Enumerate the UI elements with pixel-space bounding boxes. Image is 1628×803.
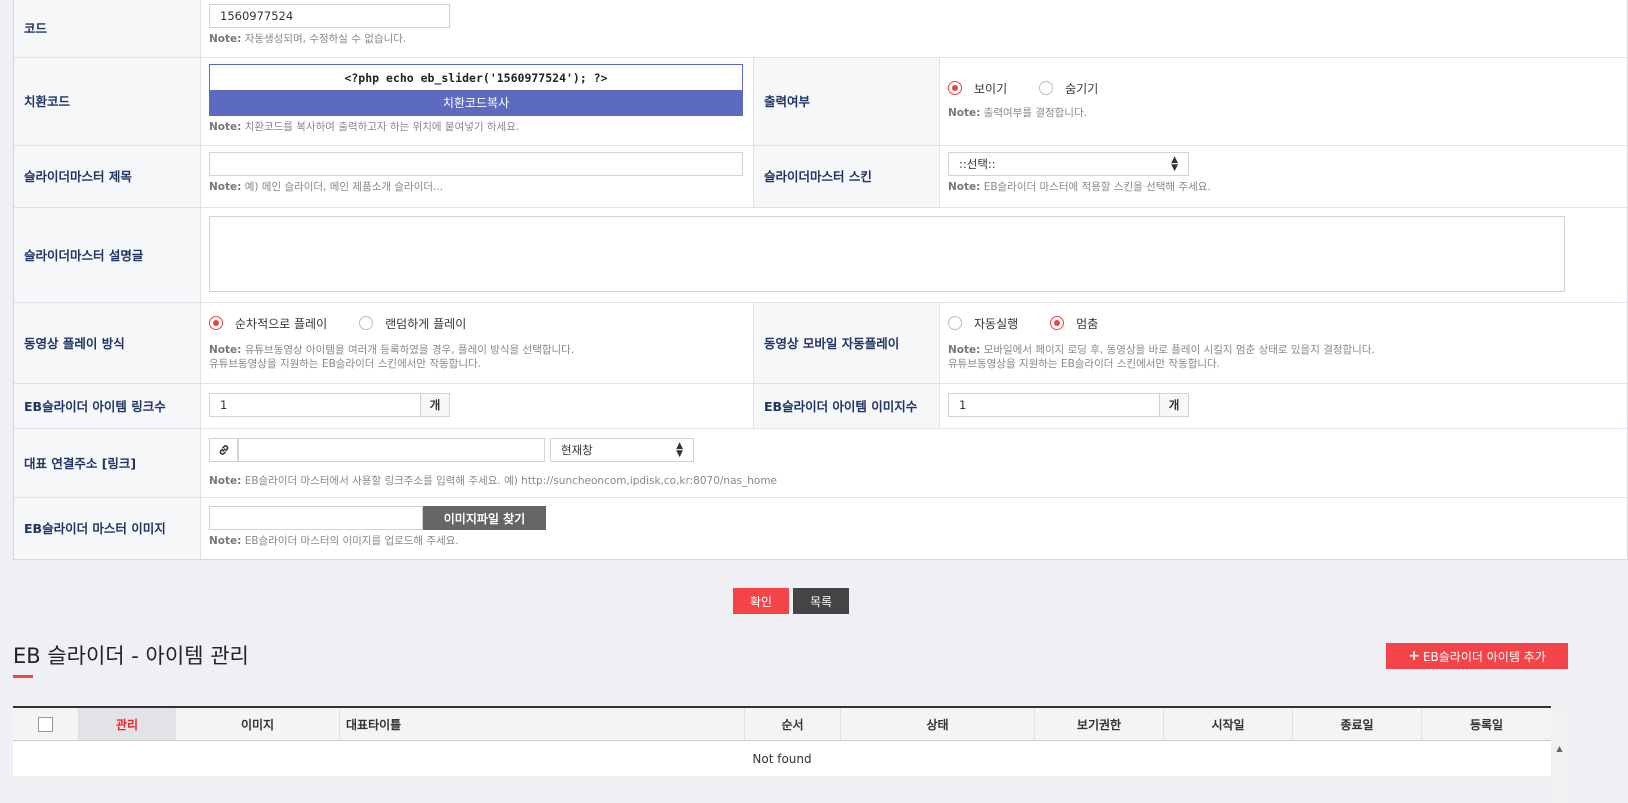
row-link: 대표 연결주소 [링크] 현재창 ▲ ▼ Note: EB슬라이더 마스터에서 사… <box>14 429 1627 498</box>
row-master-image: EB슬라이더 마스터 이미지 이미지파일 찾기 Note: EB슬라이더 마스터… <box>14 498 1627 559</box>
autoplay-stop-label: 멈춤 <box>1076 316 1099 331</box>
row-counts: EB슬라이더 아이템 링크수 1 개 EB슬라이더 아이템 이미지수 1 개 <box>14 384 1627 429</box>
items-table: 관리 이미지 대표타이틀 순서 상태 보기권한 시작일 종료일 등록일 Not … <box>13 706 1551 776</box>
output-show-label: 보이기 <box>974 81 1008 96</box>
slider-master-form: 코드 1560977524 Note: 자동생성되며, 수정하실 수 없습니다.… <box>13 0 1628 560</box>
code-input[interactable]: 1560977524 <box>209 4 450 28</box>
master-image-filename[interactable] <box>209 506 423 530</box>
select-all-checkbox[interactable] <box>38 716 53 732</box>
add-item-button[interactable]: + EB슬라이더 아이템 추가 <box>1386 643 1568 669</box>
autoplay-stop-radio[interactable] <box>1050 316 1065 330</box>
label-mobile-autoplay: 동영상 모바일 자동플레이 <box>753 303 940 383</box>
output-hide-label: 숨기기 <box>1065 81 1099 96</box>
copy-code-button[interactable]: 치환코드복사 <box>210 90 742 115</box>
play-random-radio[interactable] <box>359 316 374 330</box>
image-file-button[interactable]: 이미지파일 찾기 <box>423 506 546 530</box>
label-skin: 슬라이더마스터 스킨 <box>753 146 940 207</box>
output-note: Note: 출력여부를 결정합니다. <box>948 107 1087 119</box>
plus-icon: + <box>1408 648 1420 664</box>
label-video-play: 동영상 플레이 방식 <box>14 303 201 383</box>
label-replace-code: 치환코드 <box>14 58 201 145</box>
skin-note: Note: EB슬라이더 마스터에 적용할 스킨을 선택해 주세요. <box>948 181 1211 193</box>
master-image-note: Note: EB슬라이더 마스터의 이미지를 업로드해 주세요. <box>209 535 459 547</box>
image-count-unit: 개 <box>1160 393 1189 417</box>
label-link-count: EB슬라이더 아이템 링크수 <box>14 384 201 428</box>
label-image-count: EB슬라이더 아이템 이미지수 <box>753 384 940 428</box>
code-note: Note: 자동생성되며, 수정하실 수 없습니다. <box>209 33 407 45</box>
link-count-input[interactable]: 1 <box>209 393 421 417</box>
vertical-scrollbar[interactable]: ▲ <box>1551 708 1568 803</box>
play-sequential-label: 순차적으로 플레이 <box>235 316 328 331</box>
video-play-note: Note: 유튜브동영상 아이템을 여러개 등록하였을 경우, 플레이 방식을 … <box>209 344 575 370</box>
title-input[interactable] <box>209 152 743 176</box>
col-status[interactable]: 상태 <box>841 708 1035 740</box>
skin-select[interactable]: ::선택:: ▲ ▼ <box>948 152 1189 176</box>
link-input[interactable] <box>238 438 545 462</box>
scroll-up-icon[interactable]: ▲ <box>1551 744 1568 753</box>
link-count-unit: 개 <box>421 393 450 417</box>
col-image[interactable]: 이미지 <box>176 708 340 740</box>
select-arrows-icon: ▲ ▼ <box>676 441 683 459</box>
description-textarea[interactable] <box>209 216 1565 292</box>
autoplay-on-label: 자동실행 <box>974 316 1019 331</box>
link-target-select[interactable]: 현재창 ▲ ▼ <box>550 438 694 462</box>
col-end[interactable]: 종료일 <box>1293 708 1422 740</box>
link-icon <box>209 438 238 462</box>
label-code: 코드 <box>14 0 201 57</box>
replace-code-note: Note: 치환코드를 복사하여 출력하고자 하는 위치에 붙여넣기 하세요. <box>209 121 520 133</box>
col-registered[interactable]: 등록일 <box>1422 708 1551 740</box>
label-output: 출력여부 <box>753 58 940 145</box>
table-header: 관리 이미지 대표타이틀 순서 상태 보기권한 시작일 종료일 등록일 <box>13 708 1551 741</box>
title-note: Note: 예) 메인 슬라이더, 메인 제품소개 슬라이더... <box>209 181 444 193</box>
label-title: 슬라이더마스터 제목 <box>14 146 201 207</box>
col-manage[interactable]: 관리 <box>79 708 176 740</box>
row-video: 동영상 플레이 방식 순차적으로 플레이 랜덤하게 플레이 Note: 유튜브동… <box>14 303 1627 384</box>
play-sequential-radio[interactable] <box>209 316 223 330</box>
mobile-autoplay-note: Note: 모바일에서 페이지 로딩 후, 동영상을 바로 플레이 시킬지 멈춘… <box>948 344 1375 370</box>
play-random-label: 랜덤하게 플레이 <box>385 316 467 331</box>
items-section-title: EB 슬라이더 - 아이템 관리 <box>13 644 249 668</box>
col-title[interactable]: 대표타이틀 <box>340 708 745 740</box>
row-code: 코드 1560977524 Note: 자동생성되며, 수정하실 수 없습니다. <box>14 0 1627 58</box>
table-empty-message: Not found <box>752 751 812 766</box>
col-permission[interactable]: 보기권한 <box>1035 708 1164 740</box>
label-link: 대표 연결주소 [링크] <box>14 429 201 497</box>
image-count-input[interactable]: 1 <box>948 393 1160 417</box>
label-description: 슬라이더마스터 설명글 <box>14 208 201 302</box>
col-order[interactable]: 순서 <box>745 708 841 740</box>
col-start[interactable]: 시작일 <box>1164 708 1293 740</box>
select-arrows-icon: ▲ ▼ <box>1171 155 1178 173</box>
confirm-button[interactable]: 확인 <box>733 588 789 614</box>
title-underline <box>13 675 33 678</box>
label-master-image: EB슬라이더 마스터 이미지 <box>14 498 201 559</box>
row-title: 슬라이더마스터 제목 Note: 예) 메인 슬라이더, 메인 제품소개 슬라이… <box>14 146 1627 208</box>
list-button[interactable]: 목록 <box>793 588 849 614</box>
replace-code-text[interactable]: <?php echo eb_slider('1560977524'); ?> <box>210 65 742 90</box>
row-replace-code: 치환코드 <?php echo eb_slider('1560977524');… <box>14 58 1627 146</box>
row-description: 슬라이더마스터 설명글 <box>14 208 1627 303</box>
autoplay-on-radio[interactable] <box>948 316 962 330</box>
header-select-all <box>13 708 79 740</box>
link-note: Note: EB슬라이더 마스터에서 사용할 링크주소를 입력해 주세요. 예)… <box>209 475 778 487</box>
output-hide-radio[interactable] <box>1039 81 1054 95</box>
output-show-radio[interactable] <box>948 81 962 95</box>
